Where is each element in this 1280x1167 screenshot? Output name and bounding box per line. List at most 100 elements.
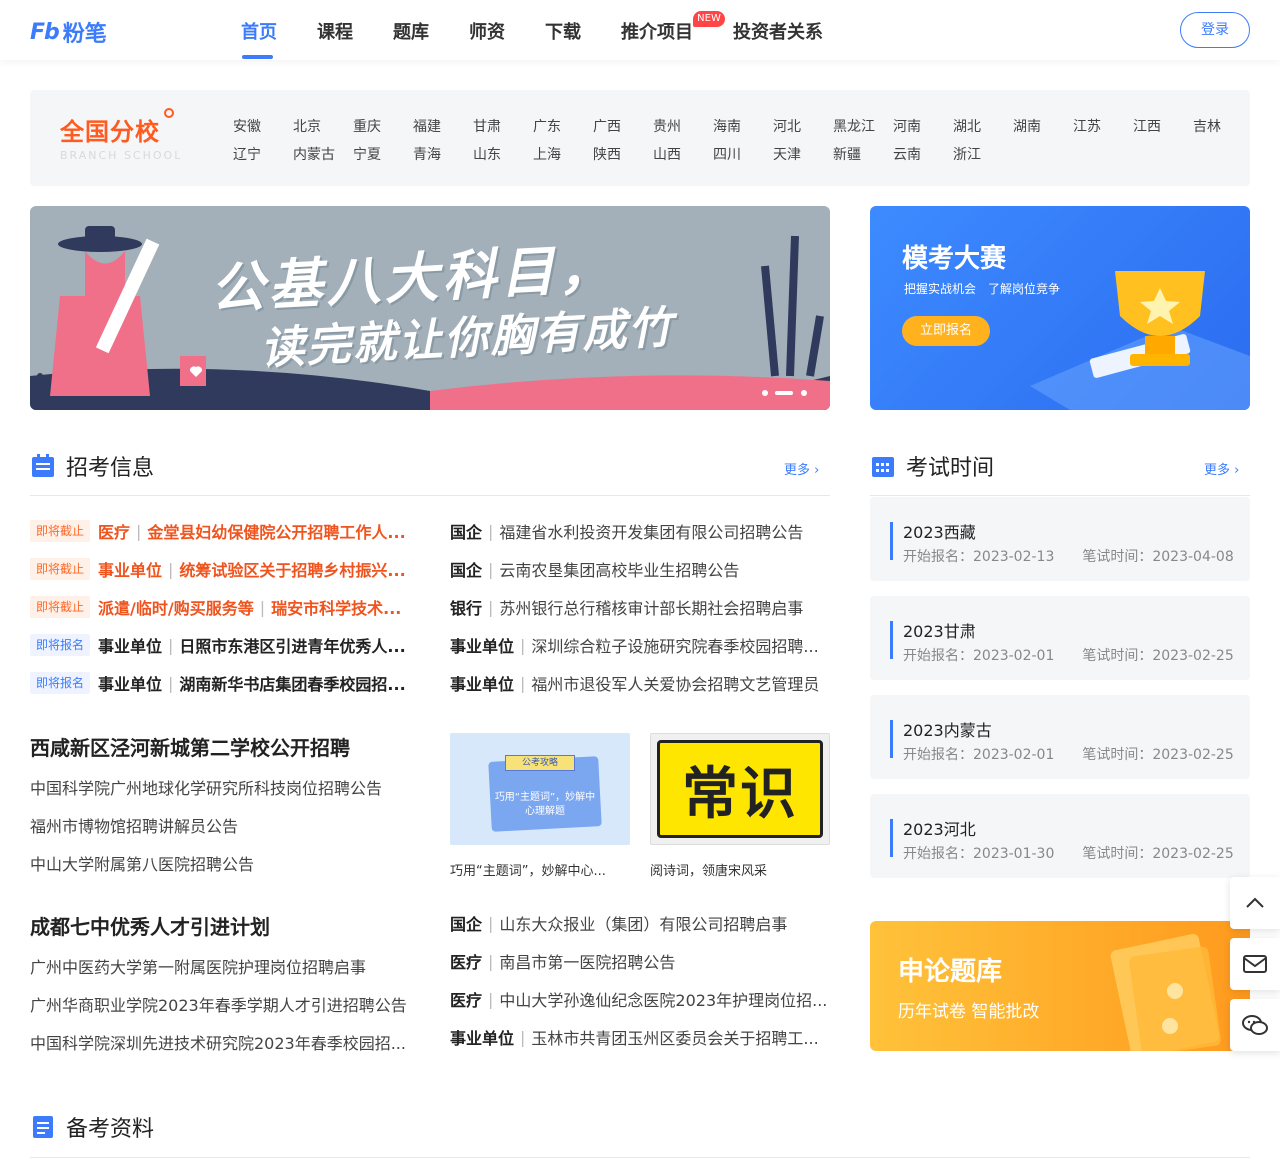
nav-download[interactable]: 下载 xyxy=(545,18,581,44)
province-link[interactable]: 上海 xyxy=(533,144,561,164)
exam-card[interactable]: 2023西藏 开始报名：2023-02-13 笔试时间：2023-04-08 xyxy=(870,497,1250,581)
recruit-row[interactable]: 即将截止 事业单位 | 统筹试验区关于招聘乡村振兴... xyxy=(30,557,410,581)
featured-title-1[interactable]: 西咸新区泾河新城第二学校公开招聘 xyxy=(30,732,350,761)
signup-button[interactable]: 立即报名 xyxy=(902,316,990,346)
exam-name: 2023西藏 xyxy=(903,523,976,542)
province-link[interactable]: 青海 xyxy=(413,144,441,164)
province-link[interactable]: 福建 xyxy=(413,116,441,136)
recruit-title: 山东大众报业（集团）有限公司招聘启事 xyxy=(499,915,788,934)
news-link[interactable]: 福州市博物馆招聘讲解员公告 xyxy=(30,813,238,837)
province-link[interactable]: 贵州 xyxy=(653,116,681,136)
recruit-more-link[interactable]: 更多 › xyxy=(784,459,819,478)
email-button[interactable] xyxy=(1230,938,1280,990)
news-link[interactable]: 中山大学附属第八医院招聘公告 xyxy=(30,851,254,875)
province-link[interactable]: 山西 xyxy=(653,144,681,164)
exam-card[interactable]: 2023内蒙古 开始报名：2023-02-01 笔试时间：2023-02-25 xyxy=(870,695,1250,779)
calendar-grid-icon xyxy=(872,457,894,477)
exam-card[interactable]: 2023甘肃 开始报名：2023-02-01 笔试时间：2023-02-25 xyxy=(870,596,1250,680)
logo-text: 粉笔 xyxy=(62,22,107,47)
province-link[interactable]: 江苏 xyxy=(1073,116,1101,136)
news-link[interactable]: 广州华商职业学院2023年春季学期人才引进招聘公告 xyxy=(30,992,407,1016)
recruit-category: 国企 xyxy=(450,561,483,580)
province-link[interactable]: 北京 xyxy=(293,116,321,136)
exam-card[interactable]: 2023河北开始报名：2023-01-30 笔试时间：2023-02-25 xyxy=(870,794,1250,878)
news-link[interactable]: 中国科学院广州地球化学研究所科技岗位招聘公告 xyxy=(30,775,382,799)
essay-bank-card[interactable]: 申论题库 历年试卷 智能批改 xyxy=(870,921,1250,1051)
province-link[interactable]: 广西 xyxy=(593,116,621,136)
province-link[interactable]: 山东 xyxy=(473,144,501,164)
recruit-row[interactable]: 即将报名 事业单位 | 湖南新华书店集团春季校园招... xyxy=(30,671,410,695)
nav-courses[interactable]: 课程 xyxy=(317,18,353,44)
recruit-row[interactable]: 国企 | 山东大众报业（集团）有限公司招聘启事 xyxy=(450,911,830,935)
more-label: 更多 xyxy=(784,463,811,478)
news-link[interactable]: 广州中医药大学第一附属医院护理岗位招聘启事 xyxy=(30,954,366,978)
province-link[interactable]: 广东 xyxy=(533,116,561,136)
province-link[interactable]: 河南 xyxy=(893,116,921,136)
recruit-row[interactable]: 即将报名 事业单位 | 日照市东港区引进青年优秀人... xyxy=(30,633,410,657)
province-link[interactable]: 吉林 xyxy=(1193,116,1221,136)
province-link[interactable]: 湖北 xyxy=(953,116,981,136)
nav-question-bank[interactable]: 题库 xyxy=(393,18,429,44)
recruit-row[interactable]: 国企 | 福建省水利投资开发集团有限公司招聘公告 xyxy=(450,519,830,543)
trophy-illustration xyxy=(1030,271,1250,410)
back-to-top-button[interactable] xyxy=(1230,877,1280,929)
promo-banner[interactable]: 公基八大科目， 读完就让你胸有成竹 xyxy=(30,206,830,410)
recruit-row[interactable]: 事业单位 | 福州市退役军人关爱协会招聘文艺管理员 xyxy=(450,671,830,695)
province-link[interactable]: 宁夏 xyxy=(353,144,381,164)
branch-title: 全国分校 xyxy=(60,118,160,146)
nav-projects[interactable]: 推介项目 xyxy=(621,18,693,44)
mock-exam-subtitle: 把握实战机会 了解岗位竞争 xyxy=(904,282,1061,296)
province-link[interactable]: 云南 xyxy=(893,144,921,164)
fenbi-logo[interactable]: Fb 粉笔 xyxy=(30,16,107,48)
mock-exam-title: 模考大赛 xyxy=(902,244,1007,274)
province-link[interactable]: 湖南 xyxy=(1013,116,1041,136)
recruit-title: 南昌市第一医院招聘公告 xyxy=(499,953,676,972)
exam-time-more-link[interactable]: 更多 › xyxy=(1204,459,1239,478)
nav-home[interactable]: 首页 xyxy=(241,18,277,44)
status-tag: 即将报名 xyxy=(30,672,91,694)
recruit-row[interactable]: 即将截止 医疗 | 金堂县妇幼保健院公开招聘工作人... xyxy=(30,519,410,543)
province-link[interactable]: 河北 xyxy=(773,116,801,136)
province-link[interactable]: 新疆 xyxy=(833,144,861,164)
thumbnail-common-sense[interactable]: 常识 xyxy=(650,733,830,845)
province-link[interactable]: 甘肃 xyxy=(473,116,501,136)
province-link[interactable]: 浙江 xyxy=(953,144,981,164)
nav-teachers[interactable]: 师资 xyxy=(469,18,505,44)
recruit-title: 中山大学孙逸仙纪念医院2023年护理岗位招... xyxy=(499,991,828,1010)
thumbnail-caption-1[interactable]: 巧用“主题词”，妙解中心... xyxy=(450,860,606,879)
thumb1-banner: 公考攻略 xyxy=(505,755,575,771)
province-link[interactable]: 内蒙古 xyxy=(293,144,335,164)
recruit-row[interactable]: 医疗 | 南昌市第一医院招聘公告 xyxy=(450,949,830,973)
mock-exam-card[interactable]: 模考大赛 把握实战机会 了解岗位竞争 立即报名 xyxy=(870,206,1250,410)
province-link[interactable]: 安徽 xyxy=(233,116,261,136)
recruit-row[interactable]: 国企 | 云南农垦集团高校毕业生招聘公告 xyxy=(450,557,830,581)
recruit-row[interactable]: 事业单位 | 玉林市共青团玉州区委员会关于招聘工... xyxy=(450,1025,830,1049)
province-link[interactable]: 重庆 xyxy=(353,116,381,136)
wechat-button[interactable] xyxy=(1230,999,1280,1051)
thumb2-text: 常识 xyxy=(657,740,823,838)
nav-investor-relations[interactable]: 投资者关系 xyxy=(733,18,823,44)
exam-dates: 开始报名：2023-01-30 笔试时间：2023-02-25 xyxy=(903,846,1234,862)
recruit-category: 事业单位 xyxy=(450,637,515,656)
province-link[interactable]: 陕西 xyxy=(593,144,621,164)
province-link[interactable]: 江西 xyxy=(1133,116,1161,136)
new-badge: NEW xyxy=(693,11,725,27)
province-link[interactable]: 黑龙江 xyxy=(833,116,875,136)
news-link[interactable]: 中国科学院深圳先进技术研究院2023年春季校园招... xyxy=(30,1030,406,1054)
exam-name: 2023甘肃 xyxy=(903,622,976,641)
login-button[interactable]: 登录 xyxy=(1180,12,1250,48)
recruit-row[interactable]: 银行 | 苏州银行总行稽核审计部长期社会招聘启事 xyxy=(450,595,830,619)
province-link[interactable]: 四川 xyxy=(713,144,741,164)
province-link[interactable]: 天津 xyxy=(773,144,801,164)
recruit-row[interactable]: 即将截止 派遣/临时/购买服务等 | 瑞安市科学技术... xyxy=(30,595,410,619)
logo-mark: Fb xyxy=(30,19,60,45)
recruit-title: 深圳综合粒子设施研究院春季校园招聘... xyxy=(531,637,819,656)
province-link[interactable]: 辽宁 xyxy=(233,144,261,164)
province-link[interactable]: 海南 xyxy=(713,116,741,136)
recruit-row[interactable]: 医疗 | 中山大学孙逸仙纪念医院2023年护理岗位招... xyxy=(450,987,830,1011)
recruit-row[interactable]: 事业单位 | 深圳综合粒子设施研究院春季校园招聘... xyxy=(450,633,830,657)
exam-name: 2023河北 xyxy=(903,820,976,839)
featured-title-2[interactable]: 成都七中优秀人才引进计划 xyxy=(30,911,270,940)
thumbnail-theme-words[interactable]: 公考攻略 巧用“主题词”，妙解中心理解题 xyxy=(450,733,630,845)
thumbnail-caption-2[interactable]: 阅诗词，领唐宋风采 xyxy=(650,860,767,879)
